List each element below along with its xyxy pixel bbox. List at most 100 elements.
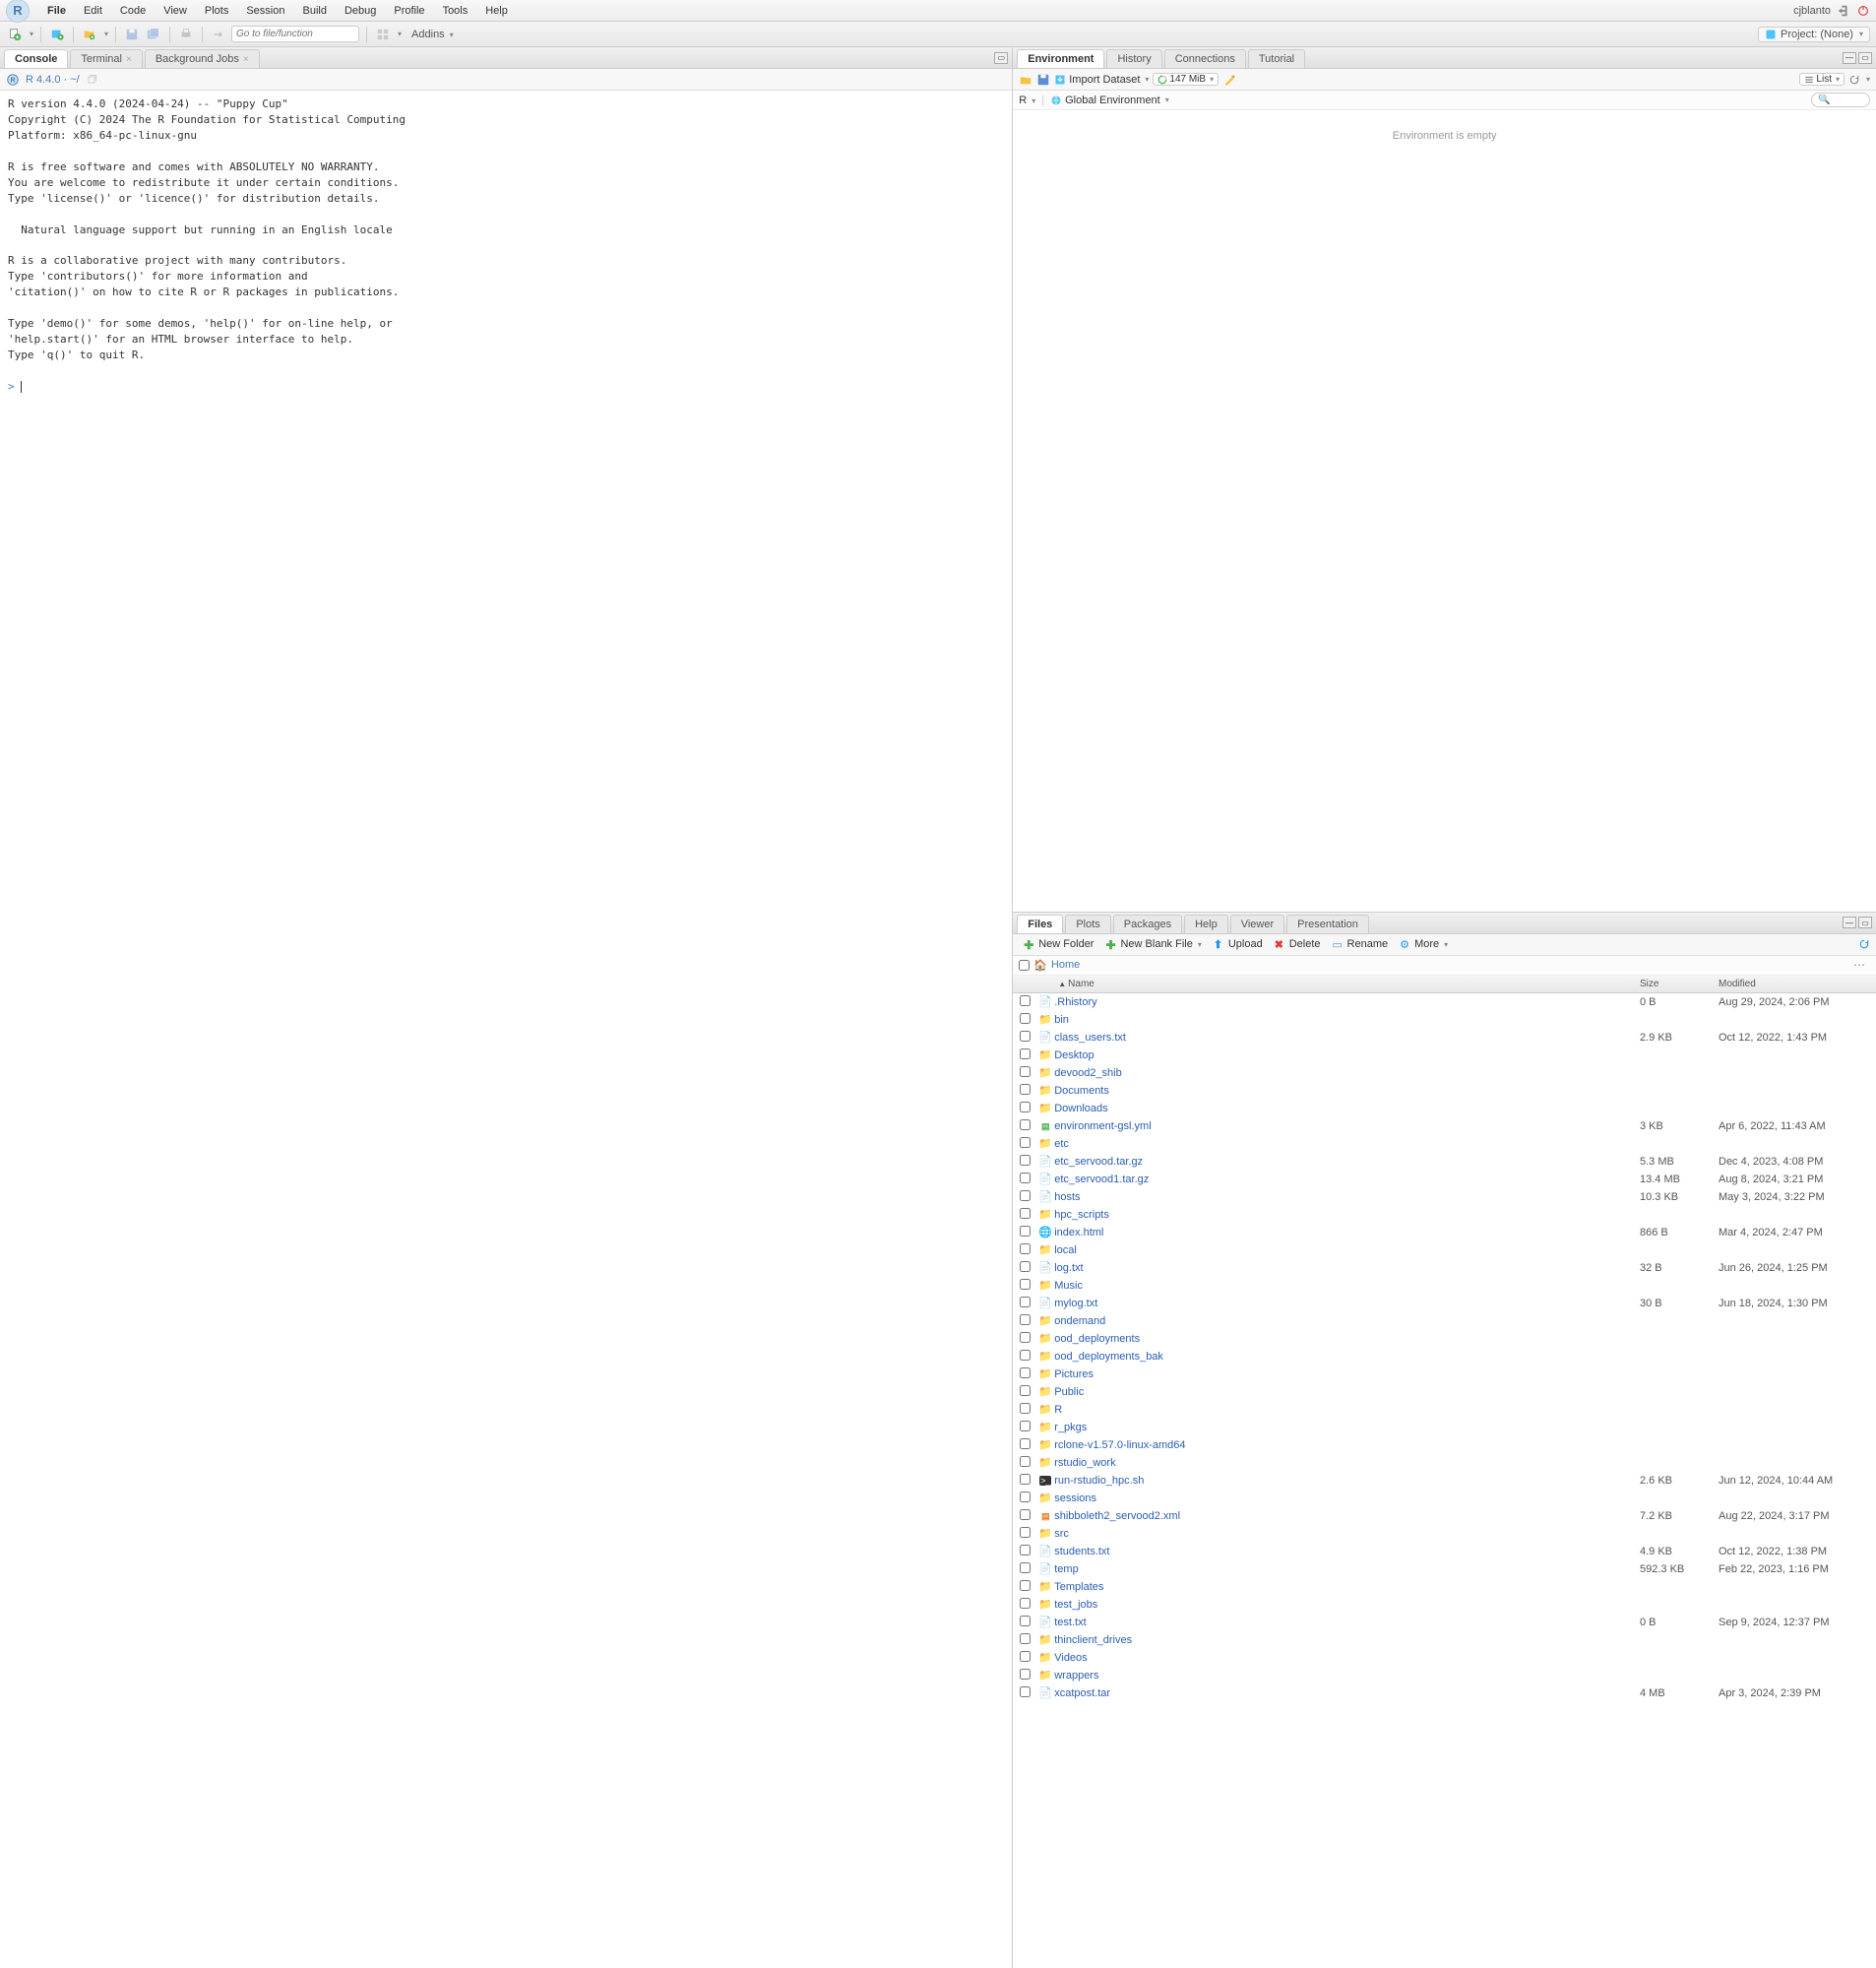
menu-tools[interactable]: Tools [435,3,476,19]
file-row[interactable]: 📁hpc_scripts [1013,1206,1876,1224]
file-link[interactable]: ondemand [1054,1315,1105,1327]
row-checkbox[interactable] [1020,1580,1031,1591]
file-link[interactable]: class_users.txt [1054,1032,1126,1044]
menu-code[interactable]: Code [112,3,154,19]
row-checkbox[interactable] [1020,1562,1031,1573]
file-row[interactable]: 📁Public [1013,1383,1876,1401]
maximize-pane-button[interactable]: ▭ [1858,52,1872,64]
file-link[interactable]: Music [1054,1280,1083,1292]
select-all-checkbox[interactable] [1019,960,1030,971]
row-checkbox[interactable] [1020,1633,1031,1644]
file-link[interactable]: .Rhistory [1054,996,1096,1008]
file-row[interactable]: 📄test.txt0 BSep 9, 2024, 12:37 PM [1013,1614,1876,1631]
file-link[interactable]: thinclient_drives [1054,1634,1132,1646]
delete-button[interactable]: ✖Delete [1270,937,1326,951]
tab-viewer[interactable]: Viewer [1230,915,1284,933]
console-output[interactable]: R version 4.4.0 (2024-04-24) -- "Puppy C… [0,91,1012,1968]
sign-out-icon[interactable] [1837,4,1850,18]
row-checkbox[interactable] [1020,1686,1031,1697]
file-link[interactable]: ood_deployments [1054,1333,1140,1345]
popout-icon[interactable] [86,74,97,86]
row-checkbox[interactable] [1020,1651,1031,1662]
file-row[interactable]: 📁ondemand [1013,1312,1876,1330]
row-checkbox[interactable] [1020,1385,1031,1396]
new-project-button[interactable] [48,26,66,43]
file-row[interactable]: 📁Downloads [1013,1100,1876,1117]
file-link[interactable]: temp [1054,1563,1078,1575]
file-link[interactable]: etc [1054,1138,1069,1150]
tab-plots[interactable]: Plots [1065,915,1110,933]
import-dataset-button[interactable]: Import Dataset▾ [1054,74,1149,86]
row-checkbox[interactable] [1020,1332,1031,1343]
file-link[interactable]: etc_servood.tar.gz [1054,1156,1143,1168]
new-folder-button[interactable]: ✚New Folder [1019,937,1098,951]
row-checkbox[interactable] [1020,1155,1031,1166]
file-link[interactable]: wrappers [1054,1670,1098,1682]
file-link[interactable]: devood2_shib [1054,1067,1122,1079]
power-icon[interactable] [1856,4,1870,18]
file-link[interactable]: r_pkgs [1054,1422,1087,1433]
file-row[interactable]: 📁devood2_shib [1013,1064,1876,1082]
row-checkbox[interactable] [1020,1243,1031,1254]
row-checkbox[interactable] [1020,1208,1031,1219]
file-link[interactable]: src [1054,1528,1069,1540]
file-row[interactable]: 📁r_pkgs [1013,1419,1876,1436]
file-link[interactable]: index.html [1054,1227,1103,1238]
row-checkbox[interactable] [1020,1545,1031,1555]
row-checkbox[interactable] [1020,1173,1031,1183]
row-checkbox[interactable] [1020,1367,1031,1378]
file-link[interactable]: Documents [1054,1085,1109,1097]
file-link[interactable]: ood_deployments_bak [1054,1351,1163,1363]
file-row[interactable]: 📄mylog.txt30 BJun 18, 2024, 1:30 PM [1013,1295,1876,1312]
row-checkbox[interactable] [1020,1102,1031,1112]
load-workspace-button[interactable] [1019,73,1032,87]
minimize-pane-button[interactable]: — [1843,917,1856,928]
dropdown-icon[interactable]: ▾ [1866,75,1870,84]
row-checkbox[interactable] [1020,1456,1031,1467]
tab-packages[interactable]: Packages [1113,915,1182,933]
file-link[interactable]: rclone-v1.57.0-linux-amd64 [1054,1439,1185,1451]
file-row[interactable]: 📄xcatpost.tar4 MBApr 3, 2024, 2:39 PM [1013,1684,1876,1702]
home-icon[interactable]: 🏠 [1033,959,1047,972]
tab-environment[interactable]: Environment [1017,49,1104,68]
menu-view[interactable]: View [156,3,195,19]
row-checkbox[interactable] [1020,995,1031,1006]
file-row[interactable]: 📁rclone-v1.57.0-linux-amd64 [1013,1436,1876,1454]
file-row[interactable]: 📁rstudio_work [1013,1454,1876,1472]
row-checkbox[interactable] [1020,1509,1031,1520]
row-checkbox[interactable] [1020,1616,1031,1626]
file-link[interactable]: Public [1054,1386,1084,1398]
file-link[interactable]: Downloads [1054,1103,1107,1114]
row-checkbox[interactable] [1020,1297,1031,1307]
print-button[interactable] [177,26,195,43]
save-workspace-button[interactable] [1036,73,1050,87]
file-row[interactable]: 📁ood_deployments_bak [1013,1348,1876,1365]
file-link[interactable]: Videos [1054,1652,1087,1664]
breadcrumb-home[interactable]: Home [1051,959,1080,971]
save-button[interactable] [123,26,141,43]
file-link[interactable]: sessions [1054,1492,1096,1504]
minimize-pane-button[interactable]: — [1843,52,1856,64]
row-checkbox[interactable] [1020,1598,1031,1609]
row-checkbox[interactable] [1020,1421,1031,1431]
row-checkbox[interactable] [1020,1474,1031,1485]
file-row[interactable]: 📄students.txt4.9 KBOct 12, 2022, 1:38 PM [1013,1543,1876,1560]
goto-file-input[interactable] [231,26,359,42]
tab-console[interactable]: Console [4,49,68,68]
file-row[interactable]: 📁Pictures [1013,1365,1876,1383]
file-row[interactable]: ▤environment-gsl.yml3 KBApr 6, 2022, 11:… [1013,1117,1876,1135]
row-checkbox[interactable] [1020,1527,1031,1538]
col-name[interactable]: ▲Name [1036,979,1640,989]
save-all-button[interactable] [145,26,162,43]
file-row[interactable]: 📁sessions [1013,1490,1876,1507]
file-row[interactable]: 📁ood_deployments [1013,1330,1876,1348]
tab-help[interactable]: Help [1184,915,1228,933]
file-row[interactable]: 📁Videos [1013,1649,1876,1667]
view-mode-selector[interactable]: List▾ [1799,73,1845,86]
row-checkbox[interactable] [1020,1261,1031,1272]
row-checkbox[interactable] [1020,1048,1031,1059]
dropdown-icon[interactable]: ▾ [398,30,402,38]
tab-history[interactable]: History [1106,49,1161,68]
maximize-pane-button[interactable]: ▭ [1858,917,1872,928]
row-checkbox[interactable] [1020,1314,1031,1325]
